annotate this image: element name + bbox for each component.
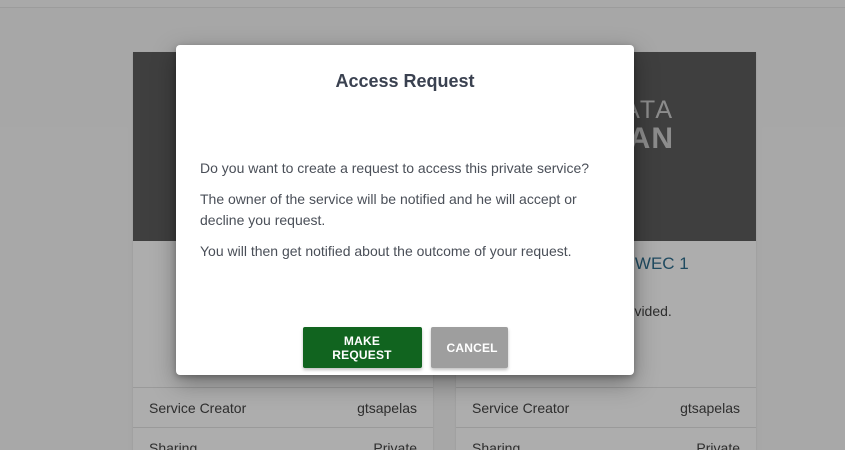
access-request-dialog: Access Request Do you want to create a r… bbox=[176, 45, 634, 375]
page: Service Creator gtsapelas Sharing Privat… bbox=[0, 0, 845, 450]
dialog-actions: MAKE REQUEST CANCEL bbox=[176, 327, 634, 368]
dialog-paragraph: Do you want to create a request to acces… bbox=[200, 160, 590, 176]
dialog-body: Do you want to create a request to acces… bbox=[200, 158, 610, 272]
make-request-button[interactable]: MAKE REQUEST bbox=[302, 327, 422, 368]
dialog-paragraph: The owner of the service will be notifie… bbox=[200, 191, 577, 228]
dialog-title: Access Request bbox=[335, 71, 475, 91]
cancel-button[interactable]: CANCEL bbox=[430, 327, 508, 368]
dialog-paragraph: You will then get notified about the out… bbox=[200, 243, 572, 259]
